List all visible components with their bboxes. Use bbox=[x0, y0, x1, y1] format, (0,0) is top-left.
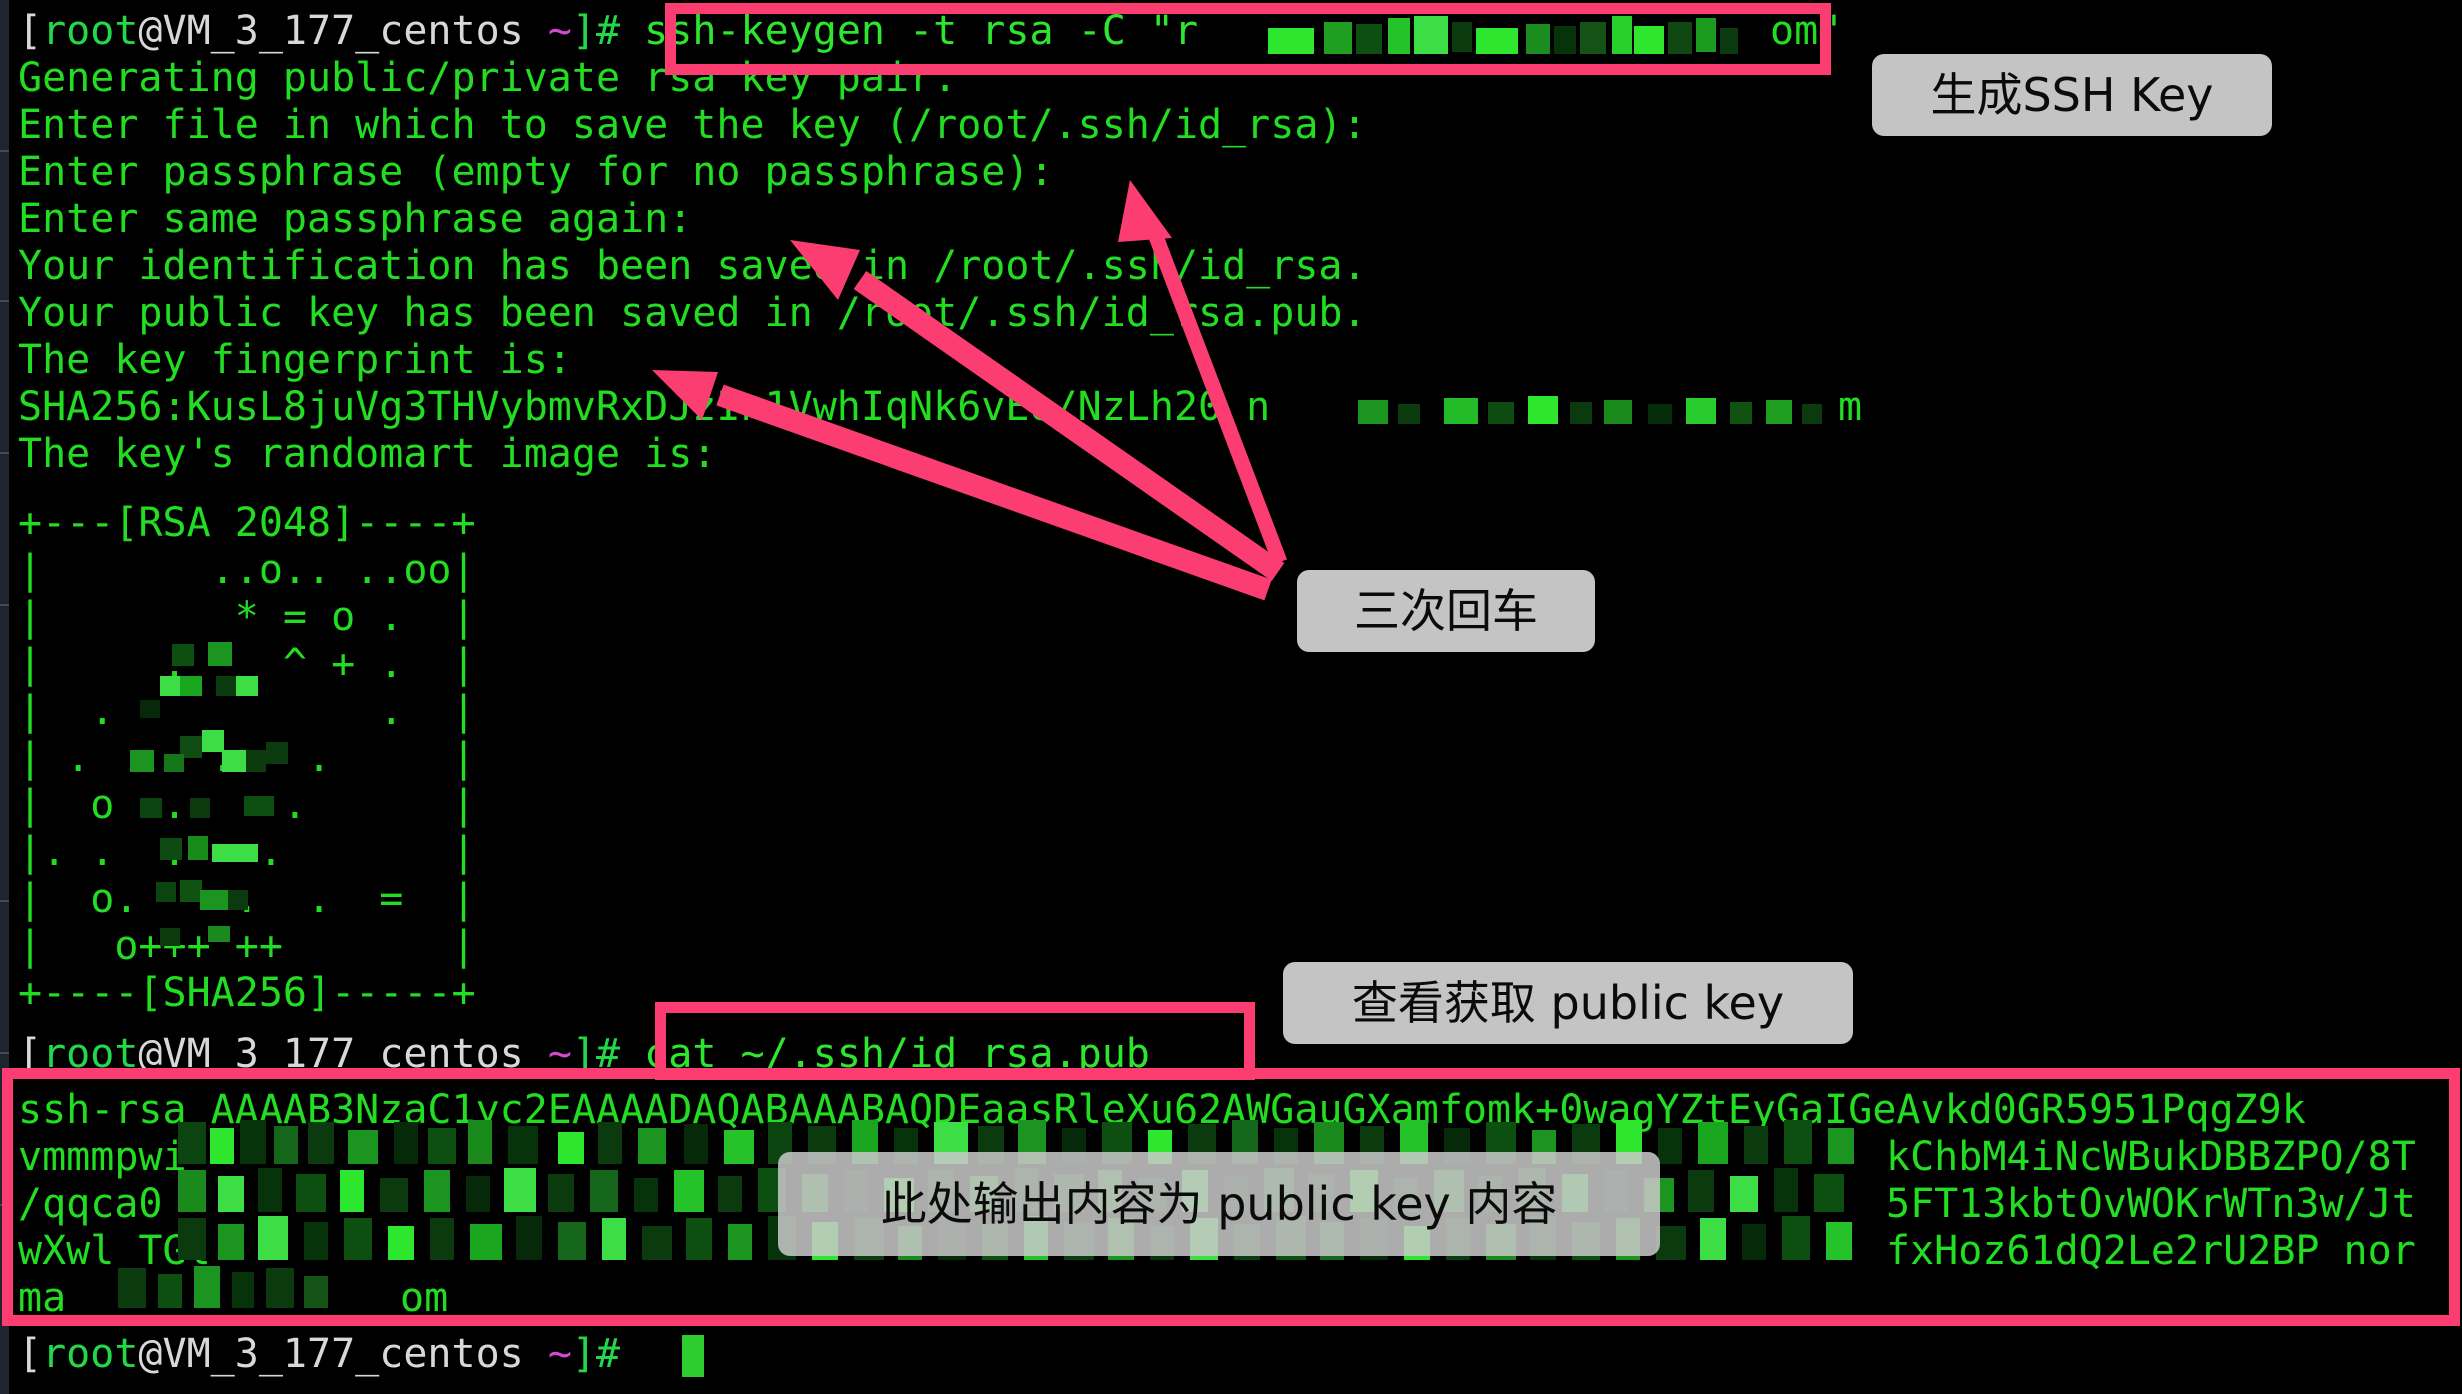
callout-view-public-key: 查看获取 public key bbox=[1283, 962, 1853, 1044]
terminal-cursor bbox=[682, 1335, 704, 1377]
censored-fingerprint-tail bbox=[1348, 390, 1838, 430]
randomart-footer: +----[SHA256]-----+ bbox=[18, 970, 476, 1016]
terminal-line-enter-file: Enter file in which to save the key (/ro… bbox=[18, 102, 1367, 148]
terminal-line-fingerprint: SHA256:KusL8juVg3THVybmvRxDJzIn1VwhIqNk6… bbox=[18, 384, 1271, 430]
terminal-line-identification: Your identification has been saved in /r… bbox=[18, 243, 1367, 289]
callout-output-is-public-key: 此处输出内容为 public key 内容 bbox=[778, 1152, 1660, 1256]
terminal-screenshot: [root@VM_3_177_centos ~]# ssh-keygen -t … bbox=[0, 0, 2462, 1394]
terminal-line-public-key-saved: Your public key has been saved in /root/… bbox=[18, 290, 1367, 336]
terminal-line-fingerprint-label: The key fingerprint is: bbox=[18, 337, 572, 383]
prompt-tilde: ~ bbox=[523, 8, 572, 54]
prompt-user: root bbox=[42, 8, 139, 54]
randomart-row: | * = o . | bbox=[18, 594, 476, 640]
callout-three-enters-text: 三次回车 bbox=[1354, 584, 1538, 638]
prompt-bracket: [ bbox=[18, 1031, 43, 1077]
terminal-line-generating: Generating public/private rsa key pair. bbox=[18, 55, 958, 101]
callout-generate-ssh-key: 生成SSH Key bbox=[1872, 54, 2272, 136]
callout-view-public-key-text: 查看获取 public key bbox=[1351, 976, 1785, 1030]
callout-generate-ssh-key-text: 生成SSH Key bbox=[1930, 68, 2214, 122]
prompt-host: @VM_3_177_centos bbox=[138, 8, 524, 54]
prompt-host: @VM_3_177_centos bbox=[138, 1031, 524, 1077]
prompt-user: root bbox=[42, 1031, 139, 1077]
terminal-line-fingerprint-suffix: m bbox=[1838, 384, 1863, 430]
callout-output-is-public-key-text: 此处输出内容为 public key 内容 bbox=[880, 1177, 1558, 1231]
prompt-bracket: [ bbox=[18, 8, 43, 54]
terminal-line-keygen-command: [root@VM_3_177_centos ~]# ssh-keygen -t … bbox=[18, 8, 1198, 55]
terminal-line-passphrase-again: Enter same passphrase again: bbox=[18, 196, 693, 242]
prompt-tilde: ~ bbox=[523, 1031, 572, 1077]
cat-command-text: cat ~/.ssh/id_rsa.pub bbox=[620, 1031, 1150, 1077]
terminal-line-randomart-label: The key's randomart image is: bbox=[18, 431, 717, 477]
randomart-header: +---[RSA 2048]----+ bbox=[18, 500, 476, 546]
terminal-line-cat-command: [root@VM_3_177_centos ~]# cat ~/.ssh/id_… bbox=[18, 1031, 1150, 1078]
censored-randomart-body bbox=[60, 640, 360, 970]
keygen-command-suffix: om" bbox=[1770, 8, 1843, 54]
prompt-close: ]# bbox=[571, 1031, 621, 1077]
prompt-close: ]# bbox=[571, 8, 621, 54]
keygen-command-text: ssh-keygen -t rsa -C "r bbox=[620, 8, 1199, 54]
randomart-row: | ..o.. ..oo| bbox=[18, 547, 476, 593]
callout-three-enters: 三次回车 bbox=[1297, 570, 1595, 652]
censored-email-keygen bbox=[1268, 14, 1768, 58]
terminal-line-enter-passphrase: Enter passphrase (empty for no passphras… bbox=[18, 149, 1054, 195]
